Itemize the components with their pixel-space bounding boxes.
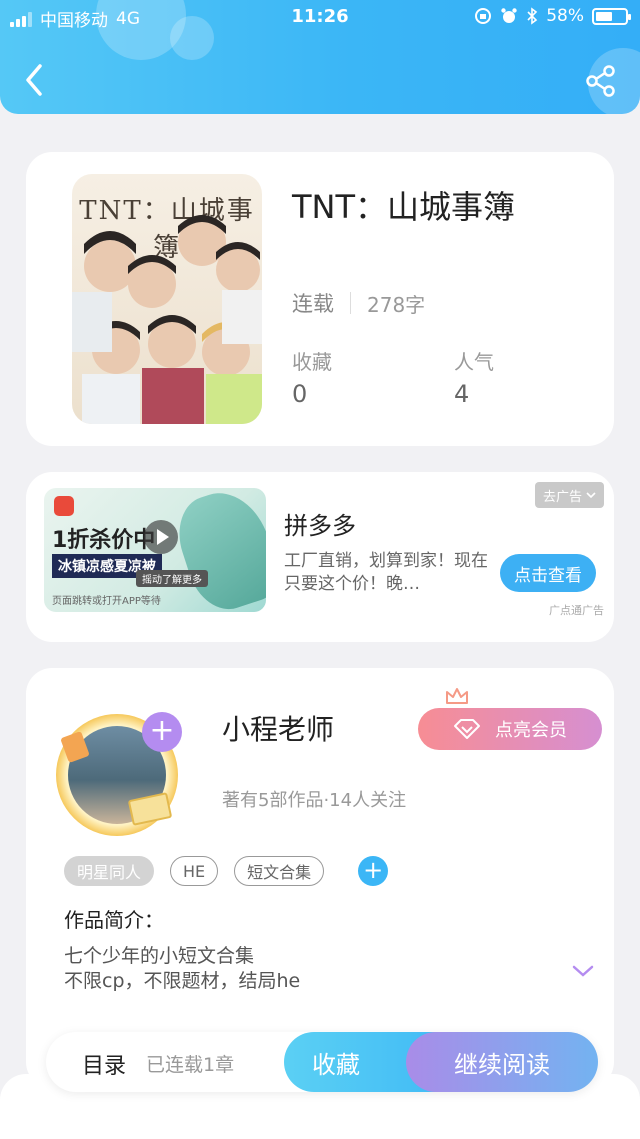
stat-label-favorites: 收藏	[292, 350, 332, 374]
meta-divider	[350, 292, 351, 314]
cover-photo	[72, 215, 262, 424]
ad-image-headline: 1折杀价中	[52, 528, 156, 553]
intro-label: 作品简介：	[64, 908, 164, 932]
word-count: 278字	[367, 292, 426, 317]
chevron-down-icon	[586, 492, 596, 499]
serial-status: 连载	[292, 292, 334, 316]
bluetooth-icon	[527, 7, 538, 25]
follow-button[interactable]: +	[142, 712, 182, 752]
diamond-icon	[454, 719, 480, 739]
vip-button[interactable]: 点亮会员	[418, 708, 602, 750]
ad-source: 广点通广告	[549, 604, 604, 617]
status-right: 58%	[474, 6, 631, 26]
top-header: 中国移动 4G 11:26 58%	[0, 0, 640, 114]
status-bar: 中国移动 4G 11:26 58%	[0, 0, 640, 34]
ad-cta-button[interactable]: 点击查看	[500, 554, 596, 592]
expand-chevron-icon[interactable]	[572, 964, 594, 978]
continue-reading-label: 继续阅读	[454, 1050, 550, 1079]
book-title: TNT：山城事簿	[292, 188, 516, 226]
ad-image-sub: 摇动了解更多	[136, 570, 208, 587]
book-info-card: TNT：山城事簿 TNT：山城事簿 连载 278字 收藏 0 人气 4	[26, 152, 614, 446]
pinduoduo-logo-icon	[54, 496, 74, 516]
orientation-lock-icon	[475, 8, 492, 24]
battery-fill	[596, 11, 613, 21]
crown-icon	[446, 688, 468, 704]
vip-label: 点亮会员	[495, 720, 567, 741]
author-meta: 著有5部作品·14人关注	[222, 790, 407, 811]
tag-list: 明星同人 HE 短文合集 +	[64, 856, 389, 886]
intro-text: 七个少年的小短文合集 不限cp，不限题材，结局he	[64, 944, 300, 994]
ad-image[interactable]: 1折杀价中 冰镇凉感夏凉被 摇动了解更多 页面跳转或打开APP等待	[44, 488, 266, 612]
back-icon[interactable]	[20, 62, 50, 98]
bottom-action-bar: 目录 已连载1章 收藏 继续阅读	[46, 1032, 598, 1092]
toc-button[interactable]: 目录	[82, 1048, 126, 1080]
continue-reading-button[interactable]: 继续阅读	[406, 1032, 598, 1092]
favorite-label: 收藏	[312, 1050, 360, 1079]
intro-line: 七个少年的小短文合集	[64, 945, 255, 967]
ad-card[interactable]: 1折杀价中 冰镇凉感夏凉被 摇动了解更多 页面跳转或打开APP等待 去广告 拼多…	[26, 472, 614, 642]
tag-item[interactable]: 明星同人	[64, 856, 155, 886]
stat-label-popularity: 人气	[454, 350, 494, 374]
serial-chapter-count: 已连载1章	[146, 1054, 235, 1076]
add-tag-button[interactable]: +	[358, 856, 389, 886]
ad-image-foot: 页面跳转或打开APP等待	[52, 596, 161, 607]
share-icon[interactable]	[584, 64, 618, 98]
intro-line: 不限cp，不限题材，结局he	[64, 970, 301, 992]
remove-ad-button[interactable]: 去广告	[534, 482, 604, 508]
book-cover[interactable]: TNT：山城事簿	[72, 174, 262, 424]
ad-description: 工厂直销，划算到家！现在只要这个价！晚…	[284, 551, 488, 594]
author-name: 小程老师	[222, 713, 335, 746]
alarm-icon	[501, 8, 517, 23]
stat-value-favorites: 0	[292, 380, 308, 408]
book-meta: 连载 278字	[292, 288, 425, 318]
battery-icon	[592, 7, 631, 25]
tag-item[interactable]: HE	[170, 856, 219, 886]
author-card: + 小程老师 著有5部作品·14人关注 点亮会员 明星同人 HE 短文合集 + …	[26, 668, 614, 1088]
remove-ad-label: 去广告	[542, 489, 582, 505]
tag-item[interactable]: 短文合集	[234, 856, 325, 886]
ad-figure	[168, 488, 266, 612]
play-icon[interactable]	[144, 520, 178, 554]
stat-value-popularity: 4	[454, 380, 470, 408]
battery-percent: 58%	[546, 6, 584, 26]
ad-advertiser: 拼多多	[284, 512, 356, 540]
